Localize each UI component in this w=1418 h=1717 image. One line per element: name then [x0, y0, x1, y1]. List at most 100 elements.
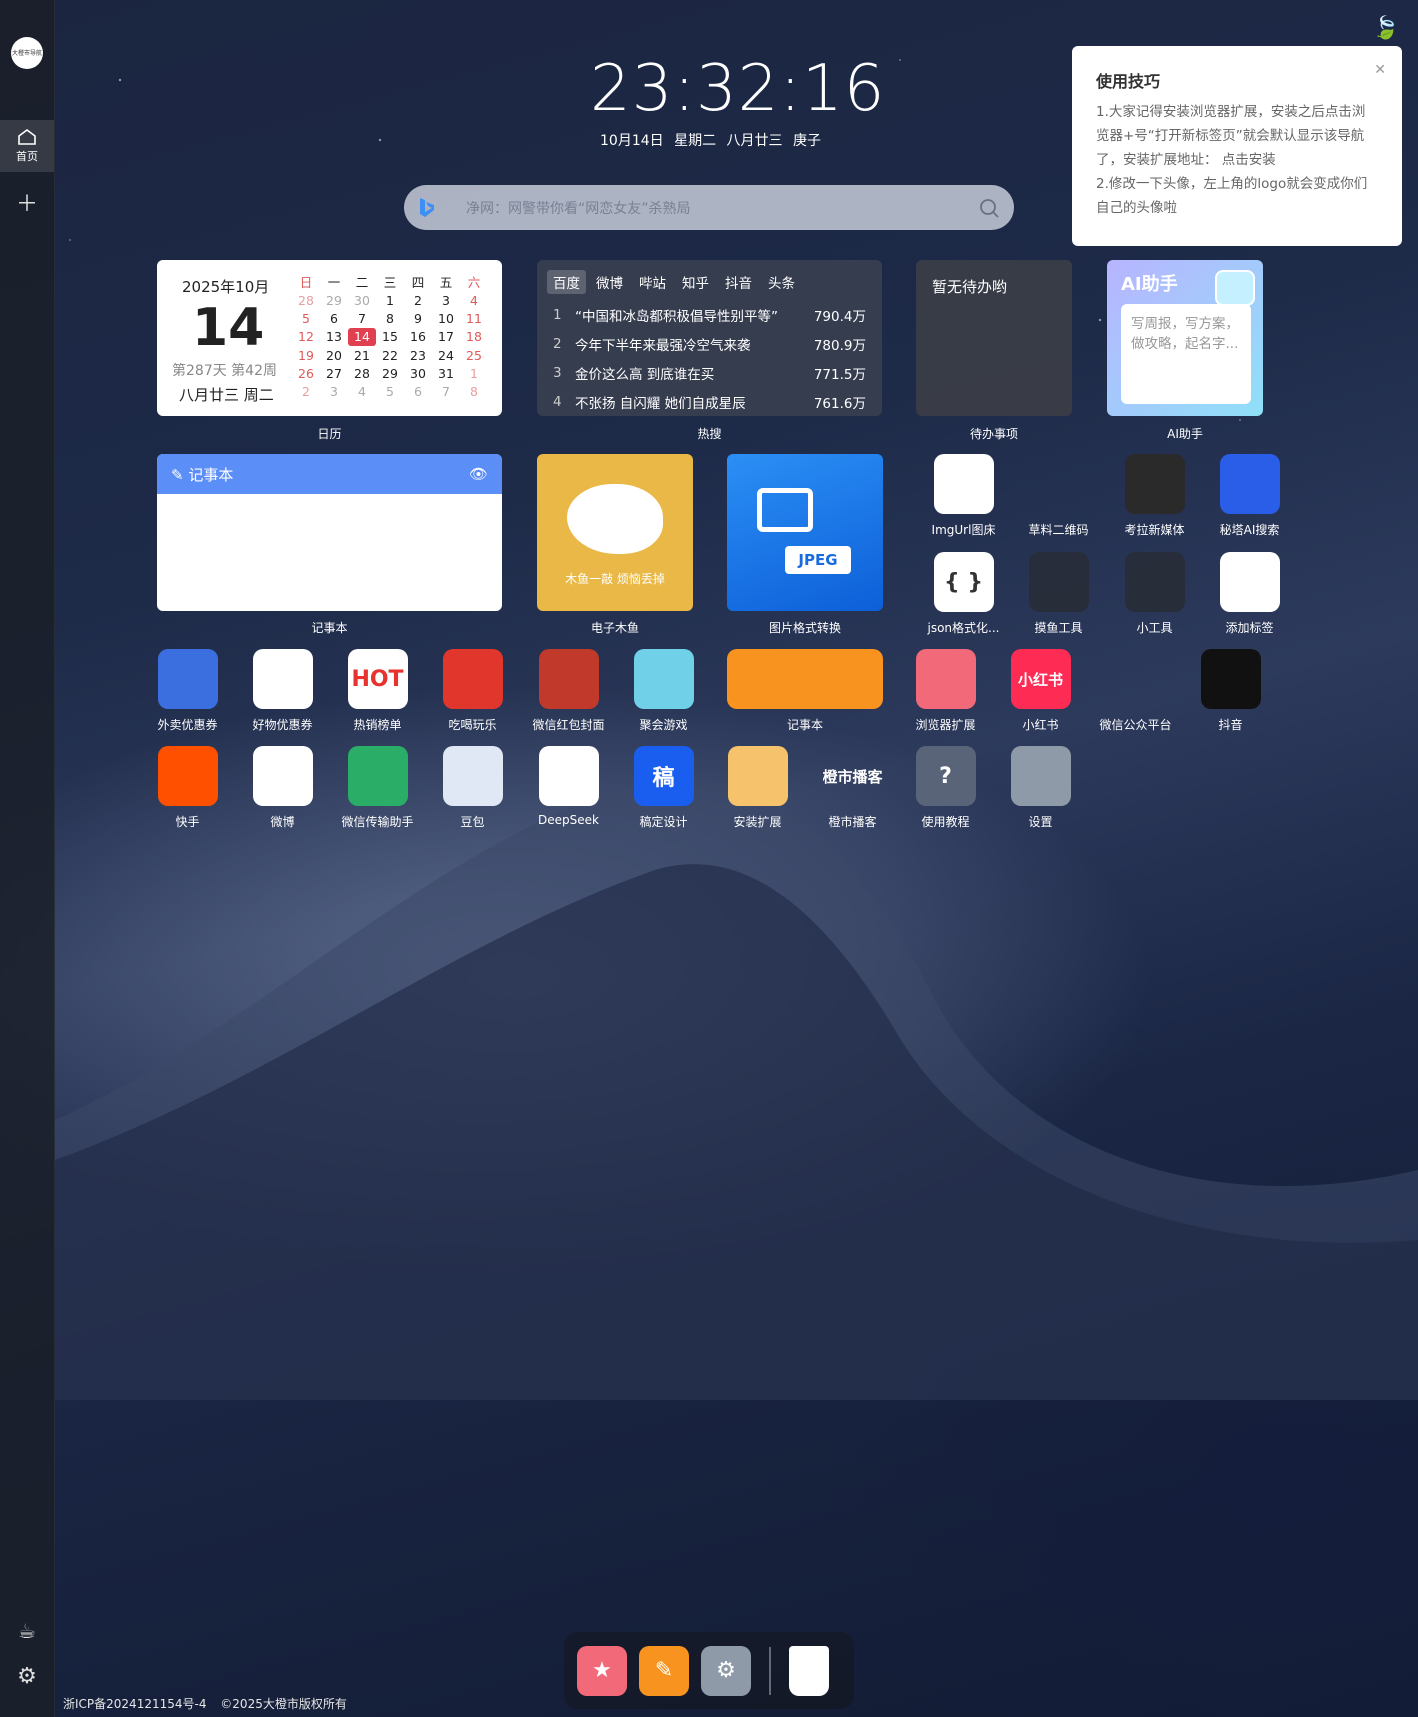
calendar-date[interactable]: 4	[460, 291, 488, 309]
calendar-date[interactable]: 29	[320, 291, 348, 309]
calendar-date[interactable]: 4	[348, 382, 376, 400]
sidebar-item-home[interactable]: 首页	[0, 120, 54, 172]
calendar-date[interactable]: 10	[432, 309, 460, 327]
calendar-date[interactable]: 8	[376, 309, 404, 327]
calendar-date[interactable]: 22	[376, 346, 404, 364]
calendar-date[interactable]: 6	[320, 309, 348, 327]
calendar-date[interactable]: 13	[320, 328, 348, 346]
calendar-date[interactable]: 14	[348, 327, 376, 346]
hot-tab[interactable]: 百度	[547, 270, 586, 294]
muyu-widget[interactable]: 木鱼一敲 烦恼丢掉	[537, 454, 693, 611]
app-json[interactable]: { } json格式化...	[916, 552, 1011, 636]
calendar-date[interactable]: 16	[404, 328, 432, 346]
app-games[interactable]: 聚会游戏	[616, 649, 711, 733]
calendar-date[interactable]: 3	[320, 382, 348, 400]
calendar-date[interactable]: 2	[404, 291, 432, 309]
app-moyu[interactable]: 摸鱼工具	[1011, 552, 1106, 636]
app-imgurl[interactable]: ImgUrl图床	[916, 454, 1011, 538]
calendar-widget[interactable]: 2025年10月 14 第287天 第42周 八月廿三 周二 日一二三四五六 28…	[157, 260, 502, 416]
calendar-date[interactable]: 28	[292, 291, 320, 309]
calendar-date[interactable]: 7	[348, 309, 376, 327]
ai-input[interactable]: 写周报，写方案，做攻略，起名字...	[1121, 304, 1251, 404]
calendar-date[interactable]: 3	[432, 291, 460, 309]
search-icon[interactable]	[978, 197, 1000, 219]
calendar-date[interactable]: 1	[460, 364, 488, 382]
calendar-date[interactable]: 29	[376, 364, 404, 382]
app-hongbao[interactable]: 微信红包封面	[521, 649, 616, 733]
gear-icon[interactable]: ⚙	[0, 1664, 54, 1689]
hot-item[interactable]: 4 不张扬 自闪耀 她们自成星辰 761.6万	[547, 387, 872, 416]
app-haowu[interactable]: 好物优惠券	[235, 649, 330, 733]
add-group-icon[interactable]: ＋	[0, 186, 54, 218]
app-chihe[interactable]: 吃喝玩乐	[425, 649, 520, 733]
calendar-date[interactable]: 28	[348, 364, 376, 382]
close-icon[interactable]: ✕	[1374, 62, 1386, 78]
ai-assistant-widget[interactable]: AI助手 写周报，写方案，做攻略，起名字...	[1107, 260, 1263, 416]
coffee-icon[interactable]: ☕	[0, 1619, 54, 1643]
calendar-date[interactable]: 8	[460, 382, 488, 400]
calendar-date[interactable]: 31	[432, 364, 460, 382]
calendar-date[interactable]: 1	[376, 291, 404, 309]
calendar-date[interactable]: 30	[348, 291, 376, 309]
calendar-date[interactable]: 5	[376, 382, 404, 400]
calendar-date[interactable]: 15	[376, 328, 404, 346]
calendar-date[interactable]: 23	[404, 346, 432, 364]
app-kuaishou[interactable]: 快手	[140, 746, 235, 830]
hot-item[interactable]: 1 “中国和冰岛都积极倡导性别平等” 790.4万	[547, 300, 872, 329]
app-gaoding[interactable]: 稿稿定设计	[616, 746, 711, 830]
calendar-date[interactable]: 19	[292, 346, 320, 364]
app-deepseek[interactable]: DeepSeek	[521, 746, 616, 827]
app-rexiao[interactable]: HOT 热销榜单	[330, 649, 425, 733]
app-xhs[interactable]: 小红书 小红书	[993, 649, 1088, 733]
dock-settings-icon[interactable]: ⚙	[701, 1645, 751, 1696]
dock-extension-icon[interactable]: ★	[577, 1645, 627, 1696]
calendar-date[interactable]: 9	[404, 309, 432, 327]
dock-notepad-icon[interactable]: ✎	[639, 1645, 689, 1696]
app-add[interactable]: 添加标签	[1202, 552, 1297, 636]
calendar-date[interactable]: 30	[404, 364, 432, 382]
calendar-date[interactable]: 24	[432, 346, 460, 364]
app-mita[interactable]: 秘塔AI搜索	[1202, 454, 1297, 538]
app-install[interactable]: 安装扩展	[710, 746, 805, 830]
calendar-date[interactable]: 21	[348, 346, 376, 364]
hot-item[interactable]: 2 今年下半年来最强冷空气来袭 780.9万	[547, 329, 872, 358]
app-koala[interactable]: 考拉新媒体	[1107, 454, 1202, 538]
app-jishiben[interactable]: 记事本	[727, 649, 883, 733]
icp-text[interactable]: 浙ICP备2024121154号-4	[63, 1697, 206, 1711]
todo-widget[interactable]: 暂无待办哟	[916, 260, 1072, 416]
hot-tab[interactable]: 微博	[590, 270, 629, 294]
app-tools[interactable]: 小工具	[1107, 552, 1202, 636]
app-weibo[interactable]: 微博	[235, 746, 330, 830]
calendar-date[interactable]: 7	[432, 382, 460, 400]
calendar-date[interactable]: 12	[292, 328, 320, 346]
app-extension[interactable]: 浏览器扩展	[898, 649, 993, 733]
calendar-date[interactable]: 20	[320, 346, 348, 364]
search-input[interactable]: 净网：网警带你看“网恋女友”杀熟局	[466, 198, 978, 218]
calendar-date[interactable]: 18	[460, 328, 488, 346]
app-caoliao[interactable]: 草料二维码	[1011, 454, 1106, 538]
calendar-date[interactable]: 2	[292, 382, 320, 400]
app-douyin[interactable]: 抖音	[1183, 649, 1278, 733]
app-settings[interactable]: 设置	[993, 746, 1088, 830]
hot-tab[interactable]: 哔站	[633, 270, 672, 294]
search-bar[interactable]: 净网：网警带你看“网恋女友”杀熟局	[404, 185, 1014, 230]
calendar-date[interactable]: 5	[292, 309, 320, 327]
bing-icon[interactable]	[418, 197, 436, 219]
calendar-date[interactable]: 6	[404, 382, 432, 400]
notepad-widget[interactable]: ✎ 记事本 👁	[157, 454, 502, 611]
app-doubao[interactable]: 豆包	[425, 746, 520, 830]
app-waimai[interactable]: 外卖优惠券	[140, 649, 235, 733]
hot-tab[interactable]: 抖音	[719, 270, 758, 294]
calendar-date[interactable]: 25	[460, 346, 488, 364]
avatar-logo[interactable]: 大橙市导航	[11, 37, 43, 69]
leaf-icon[interactable]: 🍃	[1372, 16, 1399, 41]
trash-icon[interactable]	[789, 1645, 829, 1696]
hot-tab[interactable]: 头条	[762, 270, 801, 294]
hot-item[interactable]: 3 金价这么高 到底谁在买 771.5万	[547, 358, 872, 387]
app-tutorial[interactable]: ? 使用教程	[898, 746, 993, 830]
app-wxmp[interactable]: 微信公众平台	[1088, 649, 1183, 733]
calendar-date[interactable]: 26	[292, 364, 320, 382]
app-chengshi[interactable]: 橙市播客 橙市播客	[805, 746, 900, 830]
hot-tab[interactable]: 知乎	[676, 270, 715, 294]
image-convert-widget[interactable]: JPEG	[727, 454, 883, 611]
